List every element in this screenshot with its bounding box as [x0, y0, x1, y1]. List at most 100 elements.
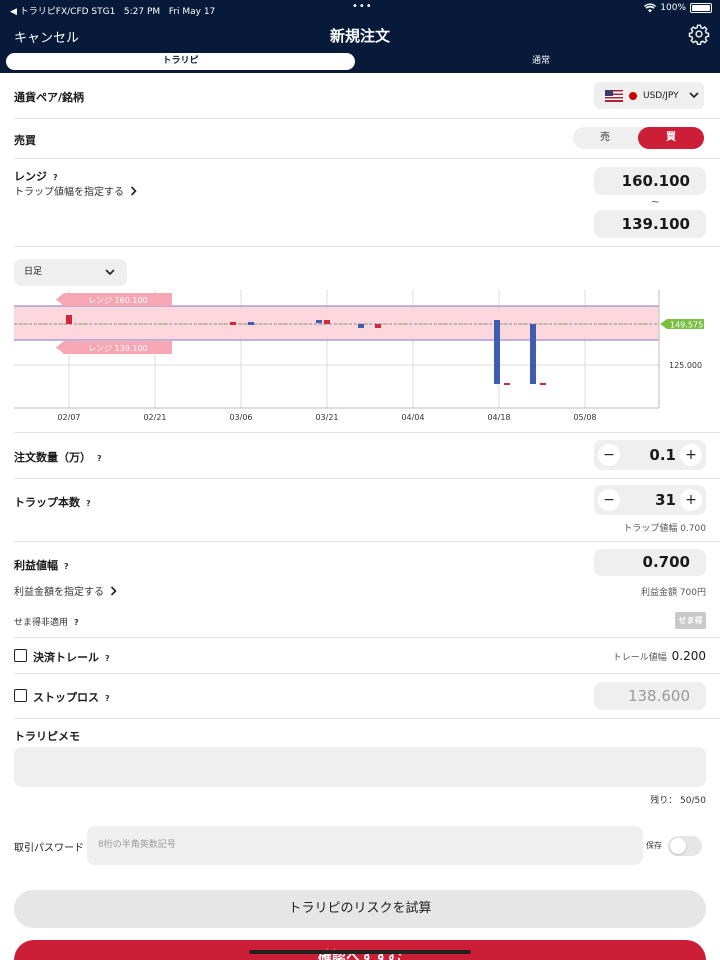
candle [316, 320, 322, 323]
current-price-label: 149.575 [670, 321, 703, 330]
trap-width-link[interactable]: トラップ値幅を指定する [14, 183, 137, 198]
trail-checkbox[interactable] [14, 649, 27, 662]
tab-normal[interactable]: 通常 [368, 53, 714, 70]
password-save-label: 保存 [646, 841, 662, 850]
memo-textarea[interactable] [14, 747, 706, 787]
password-save-toggle[interactable] [668, 836, 702, 856]
divider [14, 718, 720, 719]
help-icon[interactable]: ? [105, 654, 110, 663]
profit-label: 利益値幅? [14, 557, 69, 573]
semae-label: せま得非適用? [14, 615, 79, 628]
candle [358, 324, 364, 328]
gear-icon[interactable] [688, 23, 710, 45]
status-right: 100% [644, 3, 712, 13]
candle [324, 320, 330, 324]
quantity-plus-button[interactable]: + [680, 444, 702, 466]
traps-value[interactable]: 31 [655, 485, 676, 515]
currency-label: 通貨ペア/銘柄 [14, 91, 85, 104]
password-label: 取引パスワード [14, 843, 84, 854]
wifi-icon [644, 3, 657, 13]
page-title: 新規注文 [329, 27, 390, 45]
tab-traripi[interactable]: トラリピ [6, 53, 355, 70]
chart-period-select[interactable]: 日足 [14, 259, 127, 286]
divider [14, 637, 720, 638]
divider [14, 118, 720, 119]
range-lower-input[interactable]: 139.100 [594, 210, 706, 238]
range-upper-input[interactable]: 160.100 [594, 167, 706, 195]
traps-label: トラップ本数? [14, 494, 91, 510]
buy-button[interactable]: 買 [638, 127, 704, 149]
trap-width-link-text: トラップ値幅を指定する [14, 187, 124, 198]
trail-label: 決済トレール? [33, 649, 110, 665]
stoploss-input[interactable]: 138.600 [594, 682, 706, 710]
x-tick-label: 04/18 [487, 413, 510, 422]
profit-amount-link-text: 利益金額を指定する [14, 587, 104, 598]
stoploss-label: ストップロス? [33, 689, 110, 705]
status-left: ◀ トラリピFX/CFD STG1 5:27 PM Fri May 17 [10, 4, 215, 17]
trail-label-text: 決済トレール [33, 651, 99, 664]
traps-stepper: − 31 + [594, 485, 706, 515]
price-chart[interactable]: レンジ 160.100 レンジ 139.100 149.575 125.000 … [14, 290, 720, 430]
trail-note-value: 0.200 [671, 649, 706, 663]
range-label: レンジ? [14, 168, 58, 184]
divider [14, 478, 720, 479]
candle [66, 315, 72, 324]
home-indicator [249, 950, 471, 954]
sell-button[interactable]: 売 [573, 127, 637, 149]
app-header: ◀ トラリピFX/CFD STG1 5:27 PM Fri May 17 •••… [0, 0, 720, 73]
chevron-right-icon [131, 186, 137, 196]
quantity-value[interactable]: 0.1 [649, 440, 676, 470]
divider [14, 158, 720, 159]
candle [494, 320, 500, 384]
risk-simulation-button[interactable]: トラリピのリスクを試算 [14, 890, 706, 928]
quantity-minus-button[interactable]: − [598, 444, 620, 466]
trail-note: トレール値幅 0.200 [613, 649, 706, 663]
candle [540, 383, 546, 385]
us-flag-icon [605, 89, 623, 102]
help-icon[interactable]: ? [97, 454, 102, 463]
nav-row: キャンセル 新規注文 [0, 22, 720, 48]
currency-pair-value: USD/JPY [643, 90, 679, 101]
range-lower-tag-label: レンジ 139.100 [88, 344, 148, 353]
semae-label-text: せま得非適用 [14, 618, 69, 628]
divider [14, 673, 720, 674]
range-tilde: ~ [651, 197, 660, 208]
status-date: Fri May 17 [168, 7, 216, 17]
order-type-tabs: トラリピ 通常 [6, 53, 714, 70]
stoploss-checkbox[interactable] [14, 689, 27, 702]
help-icon[interactable]: ? [105, 694, 110, 703]
help-icon[interactable]: ? [74, 618, 79, 627]
quantity-label-text: 注文数量（万） [14, 451, 91, 464]
trail-note-label: トレール値幅 [612, 653, 667, 663]
profit-width-input[interactable]: 0.700 [594, 549, 706, 576]
traps-plus-button[interactable]: + [680, 489, 702, 511]
x-tick-label: 04/04 [401, 413, 424, 422]
jp-flag-icon [629, 91, 637, 100]
trap-width-note: トラップ値幅 0.700 [623, 524, 706, 534]
help-icon[interactable]: ? [53, 173, 58, 182]
profit-amount-link[interactable]: 利益金額を指定する [14, 583, 117, 598]
multitasking-dots-icon[interactable]: ••• [352, 1, 373, 12]
range-upper-tag-label: レンジ 160.100 [88, 296, 148, 305]
profit-label-text: 利益値幅 [14, 559, 58, 572]
currency-pair-select[interactable]: USD/JPY [594, 82, 704, 109]
password-input[interactable]: 8桁の半角英数記号 [87, 826, 643, 865]
battery-percent: 100% [660, 3, 686, 13]
carrier-text: ◀ トラリピFX/CFD STG1 [10, 7, 116, 17]
traps-minus-button[interactable]: − [598, 489, 620, 511]
divider [14, 541, 720, 542]
semae-badge: せま得 [675, 612, 706, 629]
chevron-right-icon [111, 586, 117, 596]
x-tick-label: 03/21 [315, 413, 338, 422]
x-tick-label: 03/06 [229, 413, 252, 422]
stoploss-label-text: ストップロス [33, 691, 99, 704]
battery-icon [690, 3, 712, 13]
quantity-stepper: − 0.1 + [594, 440, 706, 470]
buy-sell-toggle: 売 買 [573, 127, 704, 149]
candle [375, 324, 381, 328]
help-icon[interactable]: ? [86, 499, 91, 508]
candle [248, 322, 254, 325]
range-label-text: レンジ [14, 170, 47, 183]
status-time: 5:27 PM [123, 7, 161, 17]
help-icon[interactable]: ? [64, 562, 69, 571]
